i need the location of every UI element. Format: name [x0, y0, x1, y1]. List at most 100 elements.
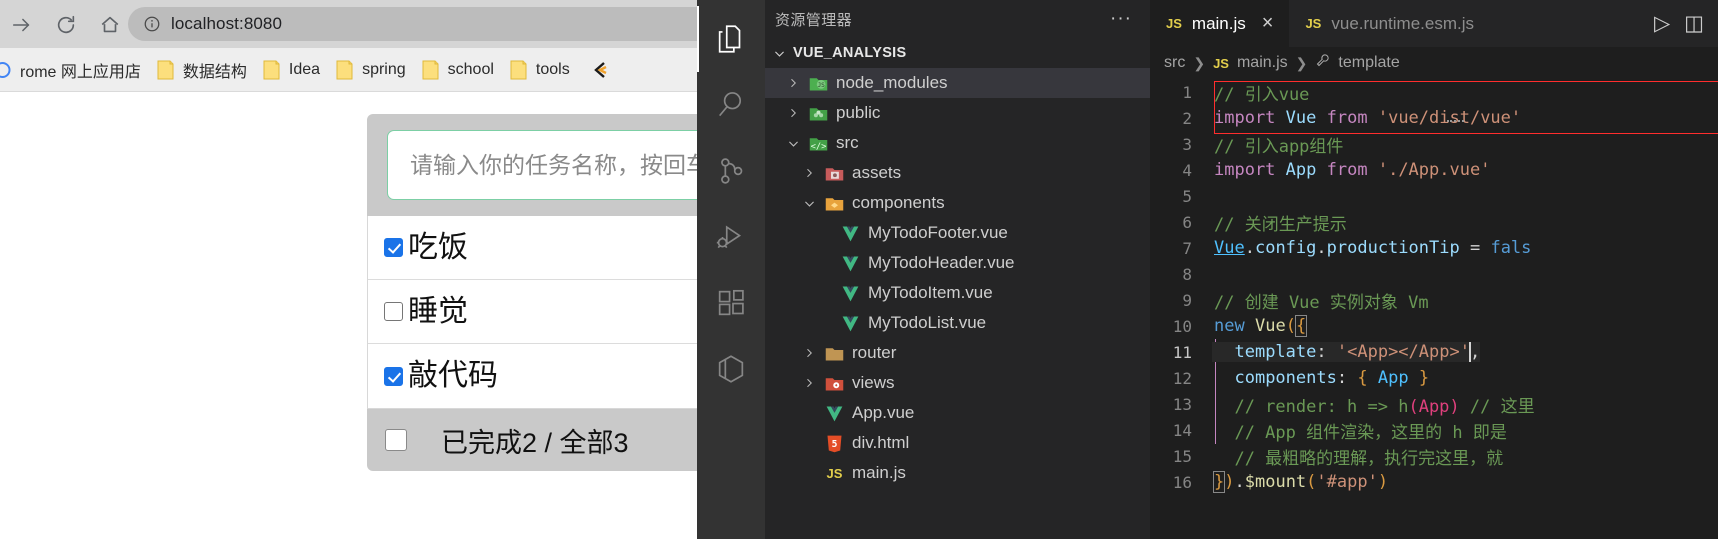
list-item[interactable]: 睡觉: [368, 280, 697, 344]
tree-item-components[interactable]: components: [765, 188, 1150, 218]
line-number: 11: [1172, 342, 1192, 362]
code-line-15: 15 // 最粗略的理解，执行完这里，就: [1150, 443, 1718, 469]
address-bar[interactable]: localhost:8080: [128, 7, 697, 41]
bookmark-item[interactable]: tools: [502, 56, 578, 84]
line-number: 6: [1182, 212, 1192, 232]
breadcrumb-item-main-js[interactable]: main.js: [1237, 54, 1288, 72]
tree-item-label: MyTodoFooter.vue: [868, 223, 1008, 242]
chevron-right-icon[interactable]: [801, 347, 817, 359]
chevron-right-icon[interactable]: [785, 107, 801, 119]
code-content[interactable]: 1 // 引入vue 2 import Vue from 'vue/dist/v…: [1150, 79, 1718, 539]
source-control-icon[interactable]: [697, 138, 765, 204]
code-line-11: 11 template: '<App></App>',: [1150, 339, 1718, 365]
chevron-right-icon[interactable]: [785, 77, 801, 89]
forward-button[interactable]: [0, 6, 44, 44]
tree-item-MyTodoItem[interactable]: MyTodoItem.vue: [765, 278, 1150, 308]
todo-checkbox[interactable]: [384, 366, 403, 386]
reload-button[interactable]: [44, 6, 88, 44]
bookmark-item[interactable]: rome 网上应用店: [0, 56, 149, 84]
todo-checkbox[interactable]: [384, 302, 403, 321]
info-circle-icon[interactable]: [143, 15, 161, 33]
tree-item-src[interactable]: </> src: [765, 128, 1150, 158]
tree-item-label: src: [836, 133, 859, 152]
explorer-icon[interactable]: [697, 6, 765, 72]
todo-checkbox[interactable]: [384, 238, 403, 257]
line-number: 5: [1182, 186, 1192, 206]
line-number: 16: [1172, 472, 1192, 492]
tree-item-MyTodoFooter[interactable]: MyTodoFooter.vue: [765, 218, 1150, 248]
node-modules-folder-icon: JS: [808, 73, 829, 94]
tree-item-MyTodoList[interactable]: MyTodoList.vue: [765, 308, 1150, 338]
bookmark-item[interactable]: school: [414, 56, 502, 84]
tree-item-main-js[interactable]: JS main.js: [765, 458, 1150, 488]
more-actions-icon[interactable]: ···: [1110, 9, 1132, 28]
browser-window: localhost:8080 rome 网上应用店 数据结构 Idea spri…: [0, 0, 697, 539]
bookmark-item[interactable]: Idea: [255, 56, 328, 84]
toggle-all-checkbox[interactable]: [385, 429, 407, 451]
chrome-webstore-icon: [0, 61, 11, 78]
chevron-right-icon[interactable]: [801, 377, 817, 389]
line-number: 3: [1182, 134, 1192, 154]
tab-label: vue.runtime.esm.js: [1331, 13, 1475, 33]
tree-item-MyTodoHeader[interactable]: MyTodoHeader.vue: [765, 248, 1150, 278]
editor-actions: ▷ ◫: [1640, 0, 1718, 47]
vscode-window: 资源管理器 ··· VUE_ANALYSIS JS node_modules p…: [697, 0, 1718, 539]
vue-file-icon: [840, 223, 861, 244]
tree-item-views[interactable]: views: [765, 368, 1150, 398]
todo-input[interactable]: [387, 130, 697, 200]
chevron-down-icon[interactable]: [785, 137, 801, 150]
extensions-icon[interactable]: [697, 270, 765, 336]
squiggle-underline: [1447, 119, 1464, 122]
close-icon[interactable]: ×: [1262, 12, 1274, 35]
remote-explorer-icon[interactable]: [697, 336, 765, 402]
todo-app: 吃饭 睡觉 敲代码 已完成2 / 全部3: [367, 114, 697, 471]
workspace-folder-row[interactable]: VUE_ANALYSIS: [765, 38, 1150, 68]
bookmark-item[interactable]: 数据结构: [149, 56, 255, 84]
bookmark-item[interactable]: spring: [328, 56, 414, 84]
bookmark-label: school: [447, 60, 494, 78]
line-text: import Vue from 'vue/dist/vue': [1214, 108, 1522, 128]
line-text: }).$mount('#app'): [1212, 471, 1389, 493]
bookmark-label: Idea: [288, 60, 321, 78]
line-number: 10: [1172, 316, 1192, 336]
list-item[interactable]: 敲代码: [368, 344, 697, 408]
line-number: 1: [1182, 82, 1192, 102]
breadcrumb-item-src[interactable]: src: [1164, 54, 1185, 72]
home-button[interactable]: [88, 6, 132, 44]
chevron-right-icon: ❯: [1193, 54, 1206, 71]
search-icon[interactable]: [697, 72, 765, 138]
bookmarks-bar: rome 网上应用店 数据结构 Idea spring school tools: [0, 48, 697, 92]
tree-item-div-html[interactable]: 5 div.html: [765, 428, 1150, 458]
breadcrumb-item-template[interactable]: template: [1338, 54, 1399, 72]
run-code-icon[interactable]: ▷: [1654, 11, 1670, 36]
tree-item-router[interactable]: router: [765, 338, 1150, 368]
tree-item-public[interactable]: public: [765, 98, 1150, 128]
bookmark-item[interactable]: [578, 56, 626, 84]
js-file-icon: JS: [1166, 16, 1182, 31]
chevron-right-icon[interactable]: [801, 167, 817, 179]
line-text: // 关闭生产提示: [1214, 214, 1347, 235]
tree-item-label: node_modules: [836, 73, 948, 92]
explorer-header: 资源管理器 ···: [765, 0, 1150, 38]
tab-main-js[interactable]: JS main.js ×: [1150, 0, 1290, 47]
run-debug-icon[interactable]: [697, 204, 765, 270]
tree-item-node_modules[interactable]: JS node_modules: [765, 68, 1150, 98]
partial-bookmark-icon: [593, 61, 607, 78]
bookmark-label: rome 网上应用店: [20, 63, 141, 81]
folder-icon: [510, 60, 527, 79]
bookmark-label: tools: [535, 60, 570, 78]
list-item[interactable]: 吃饭: [368, 216, 697, 280]
line-number: 2: [1182, 108, 1192, 128]
chevron-down-icon[interactable]: [771, 47, 787, 60]
tree-item-App-vue[interactable]: App.vue: [765, 398, 1150, 428]
editor-area: JS main.js × JS vue.runtime.esm.js ▷ ◫ s…: [1150, 0, 1718, 539]
svg-text:</>: </>: [811, 141, 827, 151]
todo-list: 吃饭 睡觉 敲代码: [367, 216, 697, 409]
split-editor-icon[interactable]: ◫: [1684, 11, 1704, 36]
code-line-6: 6 // 关闭生产提示: [1150, 209, 1718, 235]
todo-label: 睡觉: [408, 294, 468, 328]
tab-vue-runtime-esm-js[interactable]: JS vue.runtime.esm.js: [1289, 0, 1490, 47]
chevron-down-icon[interactable]: [801, 197, 817, 210]
html5-file-icon: 5: [824, 433, 845, 454]
tree-item-assets[interactable]: assets: [765, 158, 1150, 188]
